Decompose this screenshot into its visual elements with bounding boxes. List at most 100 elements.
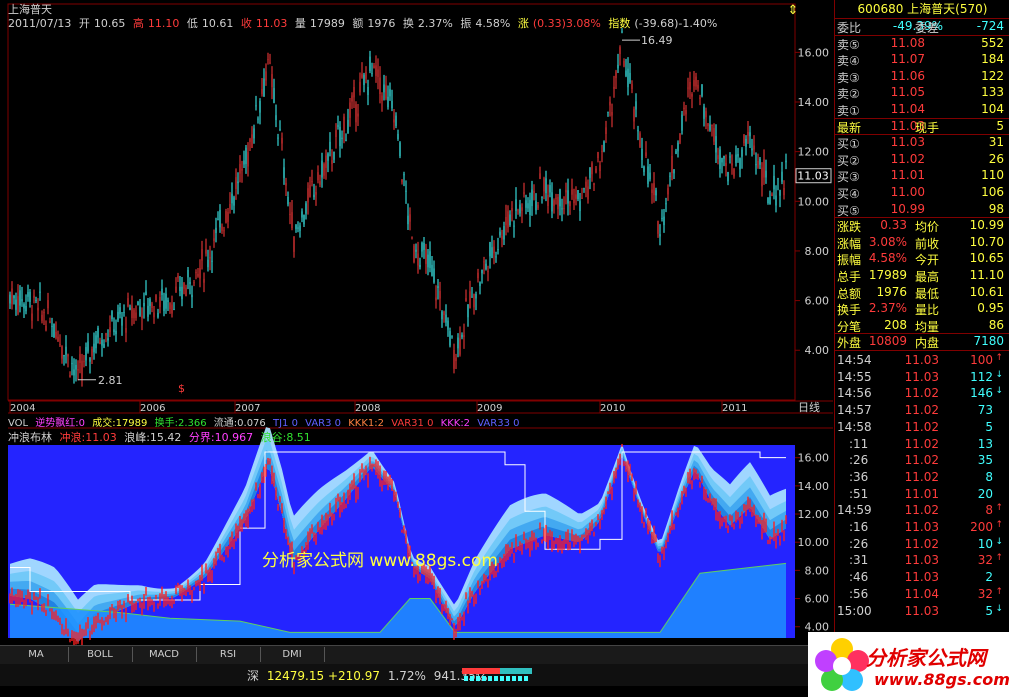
tab-rsi[interactable]: RSI [196,647,261,662]
bid-row[interactable]: 买① 11.03 31 [835,135,1007,152]
lower-y-tick-label: 10.00 [798,536,830,549]
candle-body [419,264,421,268]
candle-body [435,297,437,301]
candle-body [587,186,589,200]
candle-body [311,181,313,183]
tick-row: :51 11.01 20 [835,487,1007,504]
lower-y-tick-label: 8.00 [805,564,830,577]
candle-body [299,225,301,231]
chart-canvas[interactable]: 16.00 14.00 12.00 10.00 8.00 6.00 4.00 2004 2006… [0,0,833,645]
quote-panel: 600680 上海普天(570) 委比 -49.39% 委差 -724 卖⑤ 11.08 5… [834,0,1009,645]
header-close-label: 收 [240,17,252,30]
candle-body [651,189,653,193]
candle-body [91,348,93,356]
ask-volume: 122 [981,68,1004,83]
main-chart-area[interactable]: 16.00 14.00 12.00 10.00 8.00 6.00 4.00 2004 2006… [0,0,833,645]
candle-body [443,311,445,316]
tick-time: :51 [849,486,869,501]
candle-body [581,197,583,199]
candle-body [547,194,549,207]
ask-price: 11.06 [890,68,925,83]
candle-body [47,300,49,309]
candle-body [439,291,441,299]
candle-body [93,343,95,353]
candle-body [677,142,679,152]
candle-body [679,133,681,143]
waipan-row: 外盘 10809 内盘 7180 [835,334,1007,351]
ask-row[interactable]: 卖② 11.05 133 [835,85,1007,102]
candle-body [89,357,91,362]
tick-time: :11 [849,436,869,451]
candle-body [653,183,655,196]
up-arrow-icon: ↑ [995,520,1003,530]
candle-body [137,301,139,306]
weibi-row-value2: -724 [976,19,1004,33]
bid-row[interactable]: 买④ 11.00 106 [835,185,1007,202]
candle-body [445,314,447,323]
stat-value2: 0.95 [977,301,1004,316]
candle-body [147,305,149,317]
candle-body [747,131,749,136]
tick-price: 11.04 [904,586,939,601]
candle-body [169,302,171,309]
candle-body [201,249,203,261]
index-change: +210.97 [327,669,380,683]
candle-body [67,354,69,357]
candle-body [369,56,371,72]
candle-body [427,254,429,268]
candle-body [721,158,723,163]
tick-row: :11 11.02 13 [835,437,1007,454]
tab-dmi[interactable]: DMI [260,647,325,662]
x-tick-label: 2010 [600,403,625,414]
header-turnover: 2.37% [417,17,453,30]
candle-body [551,192,553,212]
candle-body [209,257,211,259]
stat-value2: 11.10 [969,268,1004,282]
tick-price: 11.02 [904,386,939,401]
ask-row[interactable]: 卖⑤ 11.08 552 [835,36,1007,53]
candle-body [567,190,569,204]
candle-body [423,242,425,250]
stat-row: 涨幅 3.08% 前收 10.70 [835,235,1007,252]
lower-chonglang: 冲浪:11.03 [59,431,117,444]
up-arrow-icon: ↑ [995,553,1003,564]
candle-body [301,211,303,218]
tick-time: :56 [849,586,869,601]
candle-body [289,213,291,216]
candle-body [279,128,281,130]
ask-row[interactable]: 卖④ 11.07 184 [835,52,1007,69]
ask-volume: 184 [981,52,1004,67]
market-index[interactable]: 深 12479.15 +210.97 1.72% 941.35亿 [247,667,488,684]
candle-body [163,300,165,311]
x-tick-label: 2009 [477,403,502,414]
candle-body [65,346,67,355]
candle-body [525,200,527,208]
candle-body [711,125,713,127]
candle-body [37,307,39,311]
candle-body [61,346,63,359]
candle-body [125,328,127,333]
candle-body [259,100,261,113]
tab-boll[interactable]: BOLL [68,647,133,662]
market-name: 深 [247,669,260,683]
lower-y-tick-label: 14.00 [798,480,830,493]
candle-body [81,360,83,379]
header-vol: 17989 [309,17,345,30]
ask-row[interactable]: 卖③ 11.06 122 [835,69,1007,86]
tick-volume: 5 [985,603,993,618]
header-turnover-label: 换 [402,17,414,30]
candle-body [323,164,325,176]
ind-var33: VAR33 0 [477,418,520,429]
bid-row[interactable]: 买③ 11.01 110 [835,168,1007,185]
candle-body [723,155,725,159]
status-bar: 深 12479.15 +210.97 1.72% 941.35亿 [0,664,810,686]
bid-row[interactable]: 买⑤ 10.99 98 [835,202,1007,219]
ask-row[interactable]: 卖① 11.04 104 [835,102,1007,119]
tab-ma[interactable]: MA [4,647,69,662]
candle-body [731,163,733,166]
candle-body [33,295,35,298]
tab-macd[interactable]: MACD [132,647,197,662]
candle-body [377,69,379,78]
candle-body [697,84,699,89]
bid-row[interactable]: 买② 11.02 26 [835,152,1007,169]
